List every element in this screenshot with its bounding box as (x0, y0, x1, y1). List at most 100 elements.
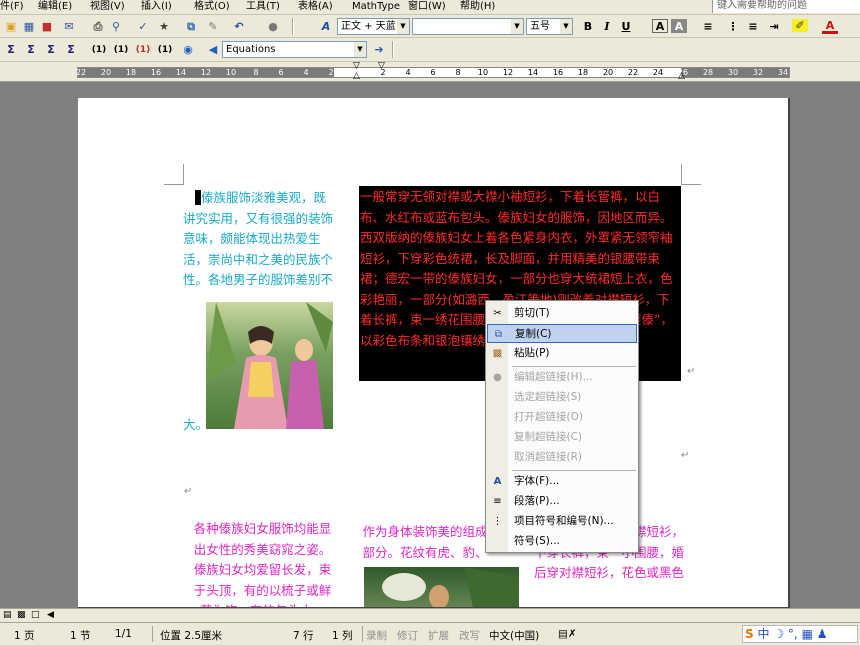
undo-icon[interactable]: ↶ (231, 19, 247, 34)
character-border-icon[interactable]: A (652, 19, 668, 33)
insert-break-icon[interactable]: (1) (133, 42, 153, 57)
ruler-label-right-7: 16 (552, 68, 564, 77)
horizontal-scrollbar[interactable]: ▤ ▩ □ ◀ (0, 608, 860, 622)
bullets-icon[interactable]: ≡ (745, 19, 761, 34)
tab-marker[interactable]: ▽ (378, 62, 385, 71)
ime-mode[interactable]: 中 (757, 627, 769, 641)
punctuation-icon[interactable]: °, (788, 627, 798, 641)
status-extend[interactable]: 扩展 (428, 628, 449, 643)
keyboard-icon[interactable]: ▦ (802, 627, 813, 641)
font-color-icon[interactable]: A (822, 19, 838, 34)
menu-insert[interactable]: 插入(I) (141, 0, 172, 13)
print-view-icon[interactable]: □ (31, 610, 40, 620)
menu-view[interactable]: 视图(V) (90, 0, 125, 13)
menu-table[interactable]: 表格(A) (298, 0, 333, 13)
menu-format[interactable]: 格式(O) (194, 0, 230, 13)
menu-edit[interactable]: 编辑(E) (38, 0, 72, 13)
menu-item-paste[interactable]: ▩ 粘贴(P) (487, 344, 637, 363)
open-folder-icon[interactable]: ▣ (3, 19, 19, 34)
print-icon[interactable]: ⎙ (90, 19, 106, 34)
mathtype-sigma-display-icon[interactable]: Σ (63, 42, 79, 57)
ime-toolbar[interactable]: S 中 ☽ °, ▦ ♟ (742, 625, 858, 643)
underline-button[interactable]: U (618, 19, 634, 34)
style-dropdown[interactable]: 正文 + 天蓝 ▼ (337, 18, 410, 35)
menu-item-open-hyperlink[interactable]: 打开超链接(O) (487, 408, 637, 427)
decorative-photo (364, 567, 519, 607)
equations-dropdown[interactable]: Equations ▼ (222, 41, 367, 58)
status-pages: 1/1 (115, 628, 132, 640)
help-search-box[interactable]: 键入需要帮助的问题 (712, 0, 860, 13)
globe-icon[interactable]: ◉ (180, 42, 196, 57)
copy-icon: ⧉ (494, 329, 503, 340)
font-size-value: 五号 (530, 21, 550, 32)
paragraph-3[interactable]: 各种傣族妇女服饰均能显出女性的秀美窈窕之姿。傣族妇女均爱留长发，束于头顶，有的以… (191, 519, 334, 607)
print-preview-icon[interactable]: ⚲ (108, 19, 124, 34)
menu-item-select-hyperlink[interactable]: 选定超链接(S) (487, 388, 637, 407)
menu-file[interactable]: 件(F) (0, 0, 24, 13)
first-line-indent-marker[interactable]: ▽ (353, 62, 360, 71)
arrow-right-icon[interactable]: ➜ (371, 42, 387, 57)
permission-icon[interactable]: ■ (39, 19, 55, 34)
menu-item-remove-hyperlink[interactable]: 取消超链接(R) (487, 448, 637, 467)
menu-tools[interactable]: 工具(T) (246, 0, 280, 13)
update-equations-icon[interactable]: (1) (155, 42, 175, 57)
mathtype-sigma-icon[interactable]: Σ (3, 42, 19, 57)
format-painter-icon[interactable]: ✎ (205, 19, 221, 34)
copy-toolbar-icon[interactable]: ⧉ (183, 19, 199, 34)
align-justify-icon[interactable]: ≡ (700, 19, 716, 34)
menu-item-copy-hyperlink[interactable]: 复制超链接(C) (487, 428, 637, 447)
insert-reference-icon[interactable]: (1) (111, 42, 131, 57)
paragraph-1[interactable]: 傣族服饰淡雅美观，既讲究实用，又有很强的装饰意味，颇能体现出热爱生活，崇尚中和之… (183, 188, 336, 291)
email-icon[interactable]: ✉ (61, 19, 77, 34)
bold-button[interactable]: B (580, 19, 596, 34)
user-icon[interactable]: ♟ (817, 627, 828, 641)
highlight-color-icon[interactable]: ✐ (792, 19, 808, 32)
paste-icon: ▩ (492, 348, 503, 359)
insert-number-icon[interactable]: (1) (89, 42, 109, 57)
ruler-label-right-14: 30 (727, 68, 739, 77)
menu-help[interactable]: 帮助(H) (460, 0, 495, 13)
indent-icon[interactable]: ⇥ (766, 19, 782, 34)
ruler-label-left-7: 8 (253, 68, 259, 77)
menu-item-cut[interactable]: ✂ 剪切(T) (487, 304, 637, 323)
save-icon[interactable]: ▦ (21, 19, 37, 34)
menu-item-copy[interactable]: ⧉ 复制(C) (487, 324, 637, 343)
mathtype-sigma-right-icon[interactable]: Σ (43, 42, 59, 57)
ruler-label-left-4: 14 (175, 68, 187, 77)
mathtype-sigma-left-icon[interactable]: Σ (23, 42, 39, 57)
research-icon[interactable]: ★ (156, 19, 172, 34)
spelling-icon[interactable]: ✓ (135, 19, 151, 34)
web-view-icon[interactable]: ▩ (17, 610, 26, 620)
document-page[interactable]: 傣族服饰淡雅美观，既讲究实用，又有很强的装饰意味，颇能体现出热爱生活，崇尚中和之… (78, 98, 790, 608)
font-dropdown[interactable]: ▼ (412, 18, 524, 35)
menu-mathtype[interactable]: MathType (352, 0, 400, 13)
right-indent-marker[interactable]: △ (678, 72, 685, 81)
menu-item-bullets-numbering[interactable]: ⋮ 项目符号和编号(N)... (487, 512, 637, 531)
menu-item-symbol[interactable]: 符号(S)... (487, 532, 637, 551)
status-column: 1 列 (332, 630, 353, 642)
character-shading-icon[interactable]: A (671, 19, 687, 33)
moon-icon[interactable]: ☽ (773, 627, 784, 641)
menu-item-font[interactable]: A 字体(F)... (487, 472, 637, 491)
status-record[interactable]: 录制 (366, 628, 387, 643)
menu-item-paragraph[interactable]: ≡ 段落(P)... (487, 492, 637, 511)
status-overtype[interactable]: 改写 (459, 628, 480, 643)
paragraph-1-end[interactable]: 大。 (183, 415, 208, 436)
status-track-changes[interactable]: 修订 (397, 628, 418, 643)
italic-button[interactable]: I (599, 19, 615, 34)
menu-window[interactable]: 窗口(W) (408, 0, 446, 13)
menu-item-edit-hyperlink[interactable]: ● 编辑超链接(H)... (487, 368, 637, 387)
outline-view-icon[interactable]: ◀ (47, 610, 54, 620)
insert-hyperlink-icon[interactable]: ● (265, 19, 281, 34)
ruler-label-left-8: 6 (278, 68, 284, 77)
font-size-dropdown[interactable]: 五号 ▼ (526, 18, 573, 35)
ruler-label-left-6: 10 (225, 68, 237, 77)
spelling-status-icon: ▤✗ (558, 628, 577, 640)
normal-view-icon[interactable]: ▤ (3, 610, 12, 620)
paragraph-4[interactable]: 作为身体装饰美的组成部分。花纹有虎、豹、 (360, 522, 490, 563)
arrow-left-icon[interactable]: ◀ (205, 42, 221, 57)
hanging-indent-marker[interactable]: △ (353, 72, 360, 81)
styles-pane-icon[interactable]: A (318, 19, 334, 34)
numbering-icon[interactable]: ⋮ (725, 19, 741, 34)
style-value: 正文 + 天蓝 (341, 21, 396, 32)
